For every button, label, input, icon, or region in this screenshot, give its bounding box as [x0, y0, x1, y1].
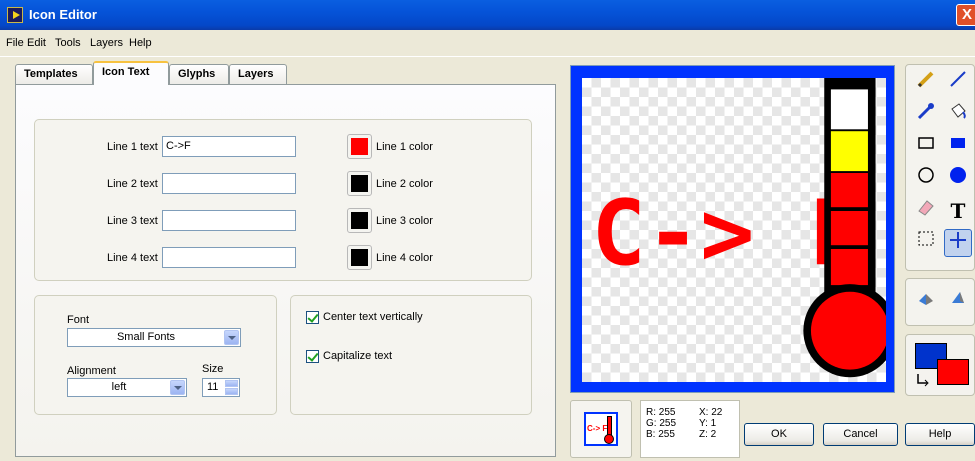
rectangle-icon[interactable] — [912, 133, 940, 161]
menu-edit[interactable]: Edit — [27, 37, 46, 49]
text-options-group: Center text vertically Capitalize text — [290, 295, 532, 415]
text-icon[interactable]: T — [944, 197, 972, 225]
pencil-icon[interactable] — [912, 69, 940, 97]
menu-divider — [0, 56, 975, 57]
spinner-arrows-icon[interactable] — [225, 380, 238, 395]
close-button[interactable]: X — [956, 4, 975, 26]
secondary-color-swatch[interactable] — [937, 359, 969, 385]
pixel-y: Y: 1 — [699, 418, 717, 429]
pixel-x: X: 22 — [699, 407, 723, 418]
canvas-artwork: C-> F — [592, 78, 886, 378]
line-4-color-swatch — [351, 249, 368, 266]
line-2-color-button[interactable] — [347, 171, 372, 196]
line-1-label: Line 1 text — [107, 141, 158, 153]
preview-bulb — [604, 434, 614, 444]
font-select[interactable]: Small Fonts — [67, 328, 241, 347]
line-3-label: Line 3 text — [107, 215, 158, 227]
tab-layers[interactable]: Layers — [229, 64, 287, 85]
line-3-color-label: Line 3 color — [376, 215, 433, 227]
line-3-input[interactable] — [162, 210, 296, 231]
eraser-icon[interactable] — [912, 197, 940, 225]
icon-preview: C-> F — [584, 412, 618, 446]
menu-file[interactable]: File — [6, 37, 24, 49]
select-icon[interactable] — [912, 229, 940, 257]
cancel-button[interactable]: Cancel — [823, 423, 898, 446]
dropper-icon[interactable] — [912, 101, 940, 129]
labview-app-icon — [7, 7, 23, 23]
menu-layers[interactable]: Layers — [90, 37, 123, 49]
line-4-color-label: Line 4 color — [376, 252, 433, 264]
line-1-color-swatch — [351, 138, 368, 155]
swap-colors-icon[interactable] — [915, 371, 931, 387]
icon-canvas[interactable]: C-> F — [582, 78, 886, 382]
icon-preview-box: C-> F — [570, 400, 632, 458]
size-spinner[interactable]: 11 — [202, 378, 240, 397]
font-value: Small Fonts — [116, 331, 176, 343]
menu-tools[interactable]: Tools — [55, 37, 81, 49]
canvas-text: C-> F — [592, 181, 864, 286]
ok-button[interactable]: OK — [744, 423, 814, 446]
size-value: 11 — [207, 381, 219, 393]
line-2-label: Line 2 text — [107, 178, 158, 190]
line-2-color-swatch — [351, 175, 368, 192]
menu-bar: File Edit Tools Layers Help — [0, 34, 975, 54]
thermometer-red-1 — [830, 173, 868, 208]
line-icon[interactable] — [944, 69, 972, 97]
pixel-g: G: 255 — [646, 418, 677, 429]
thermometer-bulb — [810, 291, 886, 370]
icon-canvas-frame: C-> F — [570, 65, 895, 393]
capitalize-label: Capitalize text — [323, 350, 393, 362]
line-3-color-button[interactable] — [347, 208, 372, 233]
text-lines-group: Line 1 text C->F Line 1 color Line 2 tex… — [34, 119, 532, 281]
filled-rectangle-icon[interactable] — [944, 133, 972, 161]
pixel-info-box: R: 255 G: 255 B: 255 X: 22 Y: 1 Z: 2 — [640, 400, 740, 458]
center-vertically-checkbox[interactable] — [306, 311, 319, 324]
title-bar: Icon Editor X — [0, 0, 975, 30]
thermometer-yellow — [830, 131, 868, 172]
tab-templates[interactable]: Templates — [15, 64, 93, 85]
thermometer-red-3 — [830, 249, 868, 286]
line-4-color-button[interactable] — [347, 245, 372, 270]
window-title: Icon Editor — [29, 7, 97, 22]
menu-help[interactable]: Help — [129, 37, 152, 49]
line-4-label: Line 4 text — [107, 252, 158, 264]
move-icon[interactable] — [944, 229, 972, 257]
chevron-down-icon[interactable] — [170, 380, 185, 395]
icon-text-panel: Line 1 text C->F Line 1 color Line 2 tex… — [15, 84, 556, 457]
thermometer-top — [830, 89, 868, 130]
transform-palette — [905, 278, 975, 326]
color-selector — [905, 334, 975, 396]
line-4-input[interactable] — [162, 247, 296, 268]
chevron-down-icon[interactable] — [224, 330, 239, 345]
alignment-value: left — [111, 381, 127, 393]
tab-icon-text[interactable]: Icon Text — [93, 61, 169, 85]
font-group: Font Small Fonts Alignment left Size 11 — [34, 295, 277, 415]
line-2-input[interactable] — [162, 173, 296, 194]
flip-horizontal-icon[interactable] — [912, 289, 940, 317]
tab-glyphs[interactable]: Glyphs — [169, 64, 229, 85]
tools-palette: T — [905, 64, 975, 271]
preview-text: C-> F — [587, 424, 608, 433]
line-1-color-button[interactable] — [347, 134, 372, 159]
fill-bucket-icon[interactable] — [944, 101, 972, 129]
line-1-color-label: Line 1 color — [376, 141, 433, 153]
pixel-b: B: 255 — [646, 429, 675, 440]
alignment-label: Alignment — [67, 365, 116, 377]
line-1-input[interactable]: C->F — [162, 136, 296, 157]
flip-vertical-icon[interactable] — [944, 289, 972, 317]
size-label: Size — [202, 363, 224, 375]
line-2-color-label: Line 2 color — [376, 178, 433, 190]
center-vertically-label: Center text vertically — [323, 311, 423, 323]
pixel-z: Z: 2 — [699, 429, 717, 440]
alignment-select[interactable]: left — [67, 378, 187, 397]
line-3-color-swatch — [351, 212, 368, 229]
help-button[interactable]: Help — [905, 423, 975, 446]
preview-thermometer — [607, 416, 612, 436]
font-label: Font — [67, 314, 90, 326]
thermometer-red-2 — [830, 211, 868, 246]
filled-ellipse-icon[interactable] — [944, 165, 972, 193]
ellipse-icon[interactable] — [912, 165, 940, 193]
pixel-r: R: 255 — [646, 407, 676, 418]
capitalize-checkbox[interactable] — [306, 350, 319, 363]
